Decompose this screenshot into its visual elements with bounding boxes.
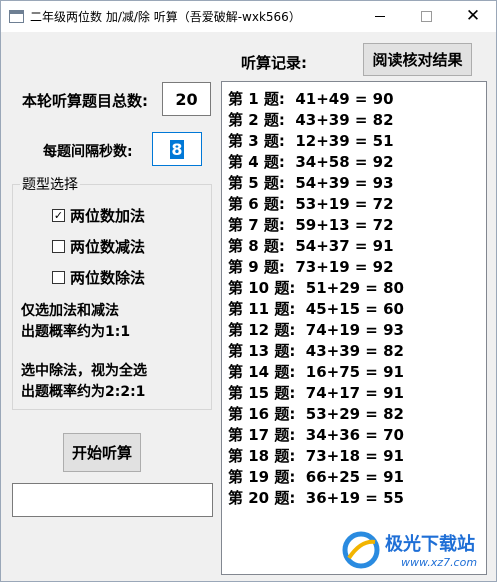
- start-button[interactable]: 开始听算: [63, 433, 141, 472]
- interval-seconds-value: 8: [170, 139, 184, 159]
- close-button[interactable]: ✕: [450, 1, 496, 32]
- records-textarea[interactable]: 第 1 题: 41+49 = 90 第 2 题: 43+39 = 82 第 3 …: [221, 81, 487, 575]
- record-line: 第 9 题: 73+19 = 92: [228, 258, 394, 276]
- checkbox-division-label: 两位数除法: [70, 268, 146, 287]
- app-window: 二年级两位数 加/减/除 听算（吾爱破解-wxk566） ✕ 本轮听算题目总数:…: [0, 0, 497, 582]
- record-line: 第 11 题: 45+15 = 60: [228, 300, 404, 318]
- title-bar[interactable]: 二年级两位数 加/减/除 听算（吾爱破解-wxk566） ✕: [1, 1, 496, 32]
- record-line: 第 20 题: 36+19 = 55: [228, 489, 404, 507]
- record-line: 第 18 题: 73+18 = 91: [228, 447, 404, 465]
- checkbox-checked-icon[interactable]: ✓: [52, 208, 65, 222]
- note-line: 选中除法，视为全选: [21, 363, 147, 379]
- record-line: 第 2 题: 43+39 = 82: [228, 111, 394, 129]
- record-line: 第 19 题: 66+25 = 91: [228, 468, 404, 486]
- record-line: 第 10 题: 51+29 = 80: [228, 279, 404, 297]
- checkbox-unchecked-icon[interactable]: [52, 270, 65, 284]
- record-line: 第 17 题: 34+36 = 70: [228, 426, 404, 444]
- record-line: 第 1 题: 41+49 = 90: [228, 90, 394, 108]
- record-line: 第 5 题: 54+39 = 93: [228, 174, 394, 192]
- record-line: 第 6 题: 53+19 = 72: [228, 195, 394, 213]
- checkbox-addition[interactable]: ✓ 两位数加法: [52, 205, 145, 225]
- checkbox-unchecked-icon[interactable]: [52, 239, 65, 253]
- interval-seconds-input[interactable]: 8: [152, 132, 202, 166]
- record-line: 第 7 题: 59+13 = 72: [228, 216, 394, 234]
- question-type-caption: 题型选择: [20, 174, 80, 194]
- note-line: 仅选加法和减法: [21, 303, 119, 319]
- checkbox-subtraction[interactable]: 两位数减法: [52, 236, 145, 256]
- probability-note-add-sub: 仅选加法和减法 出题概率约为1:1: [21, 301, 130, 343]
- total-questions-value: 20: [175, 89, 198, 109]
- minimize-button[interactable]: [357, 1, 403, 32]
- record-line: 第 16 题: 53+29 = 82: [228, 405, 404, 423]
- maximize-button[interactable]: [403, 1, 449, 32]
- check-results-button[interactable]: 阅读核对结果: [363, 43, 472, 76]
- checkbox-division[interactable]: 两位数除法: [52, 267, 145, 287]
- checkbox-subtraction-label: 两位数减法: [70, 237, 146, 256]
- status-field[interactable]: [12, 483, 213, 517]
- total-questions-label: 本轮听算题目总数:: [22, 92, 148, 110]
- watermark-url: www.xz7.com: [401, 556, 478, 569]
- minimize-icon: [375, 16, 385, 17]
- note-line: 出题概率约为2:2:1: [21, 384, 146, 400]
- record-line: 第 15 题: 74+17 = 91: [228, 384, 404, 402]
- watermark-name: 极光下载站: [385, 534, 475, 555]
- watermark-logo-icon: [342, 531, 380, 569]
- total-questions-input[interactable]: 20: [162, 82, 211, 116]
- record-line: 第 14 题: 16+75 = 91: [228, 363, 404, 381]
- record-line: 第 4 题: 34+58 = 92: [228, 153, 394, 171]
- close-icon: ✕: [465, 6, 481, 26]
- probability-note-all: 选中除法，视为全选 出题概率约为2:2:1: [21, 361, 147, 403]
- checkbox-addition-label: 两位数加法: [70, 206, 146, 225]
- record-line: 第 12 题: 74+19 = 93: [228, 321, 404, 339]
- record-line: 第 13 题: 43+39 = 82: [228, 342, 404, 360]
- app-icon: [9, 10, 24, 23]
- records-title: 听算记录:: [241, 54, 307, 72]
- window-title: 二年级两位数 加/减/除 听算（吾爱破解-wxk566）: [30, 10, 301, 24]
- watermark: 极光下载站 www.xz7.com: [337, 526, 487, 576]
- note-line: 出题概率约为1:1: [21, 324, 131, 340]
- interval-seconds-label: 每题间隔秒数:: [43, 144, 133, 160]
- record-line: 第 8 题: 54+37 = 91: [228, 237, 394, 255]
- maximize-icon: [420, 11, 432, 22]
- record-line: 第 3 题: 12+39 = 51: [228, 132, 394, 150]
